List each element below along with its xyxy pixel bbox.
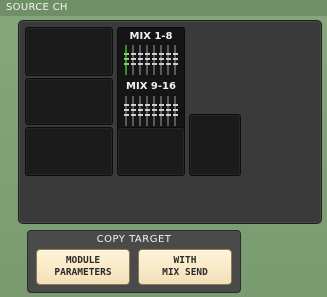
mix-1-8-fader-2-mark-1 (130, 53, 136, 55)
mix-1-8-fader-5 (153, 45, 155, 75)
mix-9-16-fader-3-mark-1 (137, 104, 143, 106)
mix-9-16-fader-2-mark-2 (130, 109, 136, 111)
mix-9-16-fader-4-mark-1 (144, 104, 150, 106)
mix-9-16-fader-2-mark-1 (130, 104, 136, 106)
mix-1-8-faders (123, 45, 179, 75)
mix-9-16-fader-2-mark-3 (130, 114, 136, 116)
mix-9-16-fader-8 (174, 96, 176, 126)
copy-target-panel: COPY TARGET MODULE PARAMETERS WITH MIX S… (27, 230, 241, 293)
mix-1-8-fader-3-mark-2 (137, 58, 143, 60)
mix-9-16-fader-1-mark-1 (123, 104, 129, 106)
mix-1-8-fader-3-mark-1 (137, 53, 143, 55)
channel-slot-1[interactable] (25, 27, 113, 76)
mix-1-8-fader-6 (160, 45, 162, 75)
mix-1-8-fader-4-mark-1 (144, 53, 150, 55)
mix-1-8-fader-5-mark-2 (151, 58, 157, 60)
mix-9-16-fader-5-mark-3 (151, 114, 157, 116)
mix-1-8-fader-8-mark-1 (172, 53, 178, 55)
channel-slot-5[interactable] (189, 114, 241, 176)
mix-9-16-fader-5-mark-2 (151, 109, 157, 111)
source-channel-panel: MIX 1-8 MIX 9-16 (18, 20, 322, 224)
mix-1-8-fader-2-mark-2 (130, 58, 136, 60)
mix-9-16-fader-5 (153, 96, 155, 126)
mix-send-block[interactable]: MIX 1-8 MIX 9-16 (117, 27, 185, 139)
mix-1-8-fader-2-mark-3 (130, 63, 136, 65)
mix-9-16-fader-8-mark-3 (172, 114, 178, 116)
mix-1-8-fader-3-mark-3 (137, 63, 143, 65)
mix-9-16-fader-7 (167, 96, 169, 126)
mix-9-16-fader-6-mark-1 (158, 104, 164, 106)
mix-1-8-fader-6-mark-3 (158, 63, 164, 65)
mix-1-8-fader-1-mark-2 (123, 58, 129, 60)
mix-1-8-fader-2 (132, 45, 134, 75)
mix-1-8-label: MIX 1-8 (129, 31, 173, 42)
mix-9-16-fader-6 (160, 96, 162, 126)
mix-1-8-fader-1-mark-3 (123, 63, 129, 65)
mix-9-16-faders (123, 96, 179, 126)
mix-9-16-fader-1 (125, 96, 127, 126)
mix-9-16-fader-7-mark-3 (165, 114, 171, 116)
copy-target-title: COPY TARGET (96, 234, 172, 245)
mix-1-8-fader-7-mark-2 (165, 58, 171, 60)
mix-9-16-fader-7-mark-2 (165, 109, 171, 111)
mix-1-8-fader-1 (125, 45, 127, 75)
mix-1-8-fader-8 (174, 45, 176, 75)
mix-1-8-fader-8-mark-3 (172, 63, 178, 65)
channel-slot-2[interactable] (25, 78, 113, 125)
mix-9-16-fader-8-mark-2 (172, 109, 178, 111)
mix-9-16-fader-5-mark-1 (151, 104, 157, 106)
mix-9-16-fader-3-mark-3 (137, 114, 143, 116)
mix-9-16-fader-1-mark-2 (123, 109, 129, 111)
source-ch-window: SOURCE CH MIX 1-8 MIX 9-16 COPY TARGET M… (0, 0, 327, 297)
mix-9-16-fader-4-mark-3 (144, 114, 150, 116)
mix-1-8-fader-4-mark-3 (144, 63, 150, 65)
module-parameters-button[interactable]: MODULE PARAMETERS (36, 249, 130, 285)
mix-9-16-label: MIX 9-16 (126, 81, 176, 92)
channel-slot-4[interactable] (117, 127, 185, 176)
mix-9-16-fader-7-mark-1 (165, 104, 171, 106)
mix-9-16-fader-4 (146, 96, 148, 126)
mix-9-16-fader-1-mark-3 (123, 114, 129, 116)
mix-9-16-fader-8-mark-1 (172, 104, 178, 106)
mix-1-8-fader-7-mark-3 (165, 63, 171, 65)
mix-1-8-fader-5-mark-3 (151, 63, 157, 65)
mix-9-16-fader-6-mark-2 (158, 109, 164, 111)
mix-1-8-fader-6-mark-1 (158, 53, 164, 55)
mix-9-16-fader-3 (139, 96, 141, 126)
window-title: SOURCE CH (0, 0, 327, 16)
mix-1-8-fader-1-mark-1 (123, 53, 129, 55)
mix-1-8-fader-5-mark-1 (151, 53, 157, 55)
mix-9-16-fader-6-mark-3 (158, 114, 164, 116)
mix-9-16-fader-2 (132, 96, 134, 126)
mix-1-8-fader-8-mark-2 (172, 58, 178, 60)
mix-1-8-fader-6-mark-2 (158, 58, 164, 60)
mix-1-8-fader-4-mark-2 (144, 58, 150, 60)
mix-9-16-fader-3-mark-2 (137, 109, 143, 111)
channel-slot-3[interactable] (25, 127, 113, 176)
mix-9-16-fader-4-mark-2 (144, 109, 150, 111)
mix-1-8-fader-7 (167, 45, 169, 75)
with-mix-send-button[interactable]: WITH MIX SEND (138, 249, 232, 285)
mix-1-8-fader-4 (146, 45, 148, 75)
mix-1-8-fader-3 (139, 45, 141, 75)
mix-1-8-fader-7-mark-1 (165, 53, 171, 55)
